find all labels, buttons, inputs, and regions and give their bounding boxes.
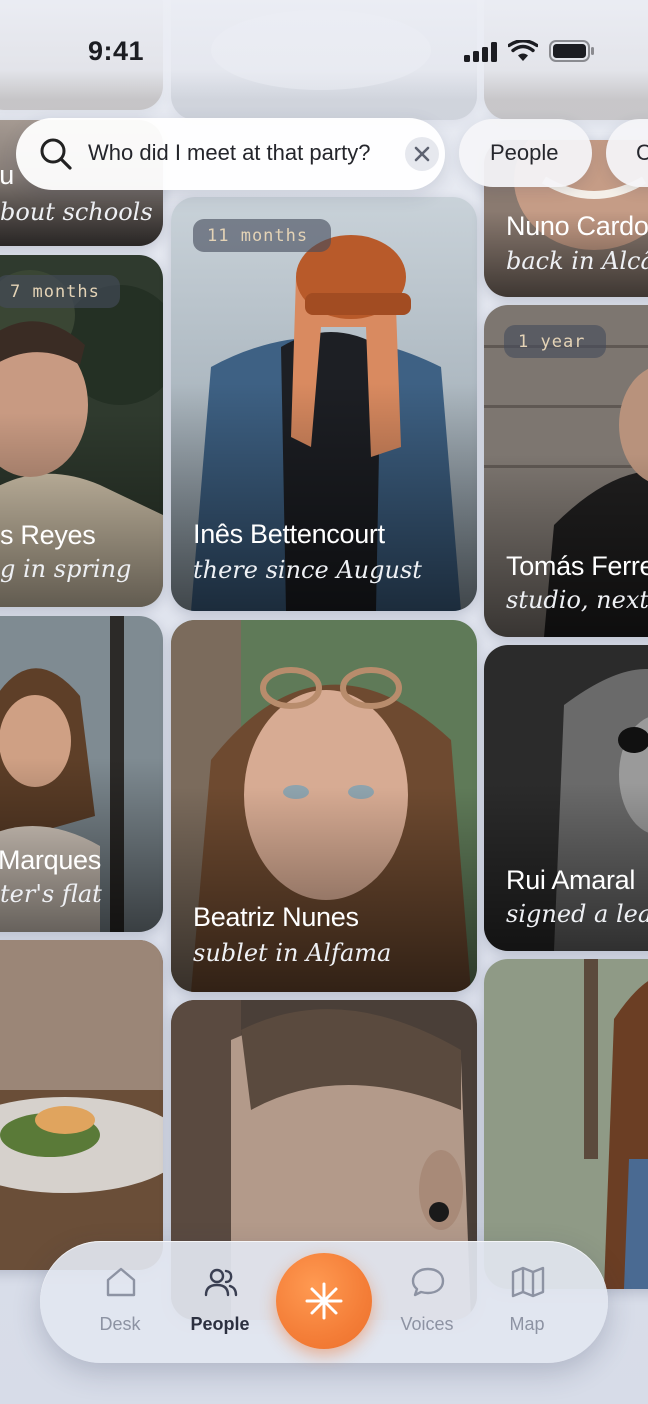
person-card-reyes[interactable]: 7 months s Reyes g in spring	[0, 255, 163, 607]
person-name: s Reyes	[0, 520, 96, 550]
chip-label: People	[490, 140, 559, 165]
tab-label: Voices	[400, 1314, 454, 1334]
cellular-signal-icon	[464, 42, 497, 62]
tab-people[interactable]: People	[172, 1241, 268, 1363]
chip-label: C	[636, 140, 648, 165]
person-card-beatriz[interactable]: Beatriz Nunes sublet in Alfama	[171, 620, 477, 992]
tab-label: People	[190, 1314, 250, 1334]
search-query[interactable]: Who did I meet at that party?	[88, 140, 370, 166]
person-subtitle: there since August	[193, 556, 422, 584]
person-name: Nu	[0, 160, 14, 190]
people-icon	[204, 1268, 238, 1297]
person-name: Beatriz Nunes	[193, 902, 359, 932]
person-name: Marques	[0, 845, 101, 875]
photo	[484, 959, 648, 1289]
person-subtitle: ter's flat	[0, 880, 102, 908]
person-subtitle: g in spring	[0, 555, 132, 583]
person-card-right-bottom[interactable]	[484, 959, 648, 1289]
search-bar[interactable]: Who did I meet at that party?	[16, 118, 445, 190]
status-bar: 9:41	[0, 0, 648, 100]
time-badge: 1 year	[504, 325, 606, 358]
person-card-rui[interactable]: Rui Amaral signed a leas	[484, 645, 648, 951]
person-card-ines[interactable]: 11 months Inês Bettencourt there since A…	[171, 197, 477, 611]
photo-card-food[interactable]	[0, 940, 163, 1270]
person-subtitle: studio, next	[506, 586, 648, 614]
person-name: Inês Bettencourt	[193, 519, 385, 549]
speech-bubble-icon	[411, 1267, 445, 1297]
person-card-tomas[interactable]: 1 year Tomás Ferre studio, next	[484, 305, 648, 637]
person-subtitle: signed a leas	[506, 900, 648, 928]
wifi-icon	[508, 40, 538, 61]
person-subtitle: bout schools	[0, 198, 153, 226]
time-badge: 11 months	[193, 219, 331, 252]
tab-label: Map	[509, 1314, 545, 1334]
person-subtitle: sublet in Alfama	[193, 939, 392, 967]
tab-bar: Desk People Voices Map	[40, 1241, 608, 1363]
person-name: Rui Amaral	[506, 865, 636, 895]
battery-icon	[549, 40, 594, 62]
tab-label: Desk	[99, 1314, 141, 1334]
tab-desk[interactable]: Desk	[72, 1241, 168, 1363]
person-subtitle: back in Alcâ	[506, 247, 648, 275]
person-name: Nuno Cardos	[506, 211, 648, 241]
asterisk-icon	[305, 1282, 343, 1320]
search-icon	[40, 138, 72, 170]
photo	[0, 940, 163, 1270]
tab-voices[interactable]: Voices	[379, 1241, 475, 1363]
status-time: 9:41	[88, 36, 145, 66]
close-icon	[414, 146, 430, 162]
filter-chip-people[interactable]: People	[459, 119, 592, 187]
center-action-button[interactable]	[276, 1253, 372, 1349]
time-badge: 7 months	[0, 275, 120, 308]
map-icon	[511, 1266, 545, 1298]
home-icon	[106, 1267, 136, 1297]
clear-search-button[interactable]	[405, 137, 439, 171]
screen: Nu bout schools 7 months s Reyes g in sp…	[0, 0, 648, 1404]
tab-map[interactable]: Map	[479, 1241, 575, 1363]
person-card-marques[interactable]: Marques ter's flat	[0, 616, 163, 932]
person-name: Tomás Ferre	[506, 551, 648, 581]
